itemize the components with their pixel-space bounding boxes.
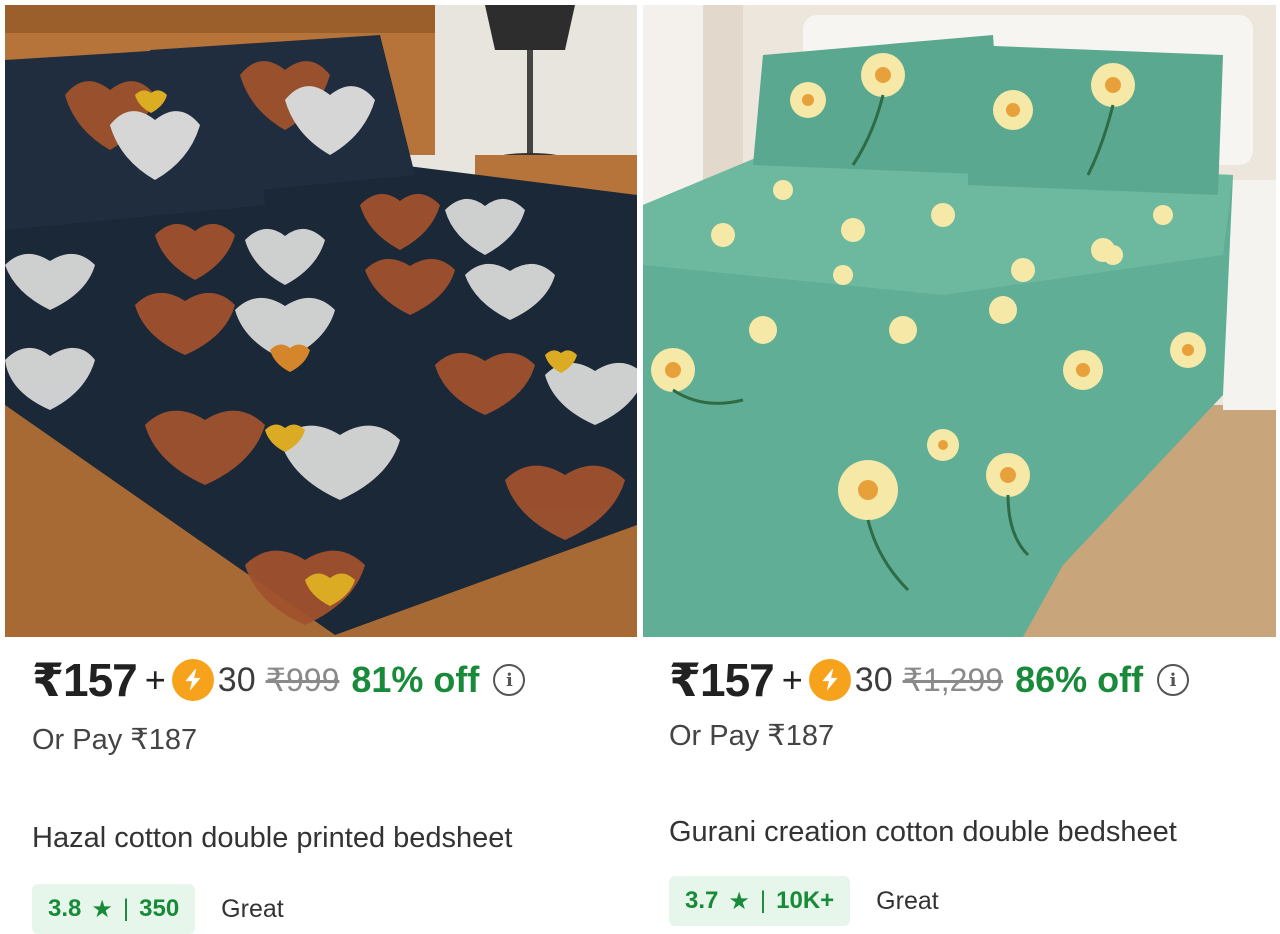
rating-badge[interactable]: 3.8 ★ | 350 <box>32 884 196 934</box>
discount-percent: 86% off <box>1015 659 1144 700</box>
plus-sign: + <box>781 659 803 700</box>
star-icon: ★ <box>728 887 750 915</box>
price-row: ₹157 + 30 ₹999 81% off i <box>32 652 526 708</box>
rating-row: 3.7 ★ | 10K+ Great <box>669 876 939 926</box>
product-image[interactable] <box>5 5 637 637</box>
rating-value: 3.8 <box>48 895 82 922</box>
product-image[interactable] <box>643 5 1276 637</box>
lightning-coin-icon <box>808 659 851 701</box>
product-card[interactable]: ₹157 + 30 ₹999 81% off i Or Pay ₹187 Haz… <box>0 0 639 934</box>
original-price: ₹999 <box>265 662 340 698</box>
review-count: 10K+ <box>776 887 835 914</box>
bedsheet-floral-image <box>643 5 1276 637</box>
coin-amount: 30 <box>217 660 256 699</box>
discount-percent: 81% off <box>351 659 480 700</box>
info-icon[interactable]: i <box>1157 664 1190 696</box>
product-title[interactable]: Gurani creation cotton double bedsheet <box>669 816 1177 849</box>
rating-separator: | <box>122 895 130 922</box>
alternate-price: Or Pay ₹187 <box>32 724 198 756</box>
alternate-price: Or Pay ₹187 <box>669 720 835 752</box>
review-count: 350 <box>139 895 180 922</box>
plus-sign: + <box>144 659 166 700</box>
info-icon[interactable]: i <box>493 664 526 696</box>
selling-price: ₹157 <box>32 654 138 706</box>
star-icon: ★ <box>91 895 113 923</box>
rating-separator: | <box>759 887 767 914</box>
product-card[interactable]: ₹157 + 30 ₹1,299 86% off i Or Pay ₹187 G… <box>641 0 1280 934</box>
product-title[interactable]: Hazal cotton double printed bedsheet <box>32 822 512 855</box>
coin-amount: 30 <box>854 660 893 699</box>
bedsheet-hearts-image <box>5 5 637 637</box>
lightning-coin-icon <box>171 659 214 701</box>
rating-label: Great <box>876 886 939 915</box>
price-row: ₹157 + 30 ₹1,299 86% off i <box>669 652 1190 708</box>
rating-badge[interactable]: 3.7 ★ | 10K+ <box>669 876 851 926</box>
selling-price: ₹157 <box>669 654 775 706</box>
rating-label: Great <box>221 894 284 923</box>
original-price: ₹1,299 <box>902 662 1004 698</box>
rating-value: 3.7 <box>685 887 719 914</box>
rating-row: 3.8 ★ | 350 Great <box>32 884 284 934</box>
